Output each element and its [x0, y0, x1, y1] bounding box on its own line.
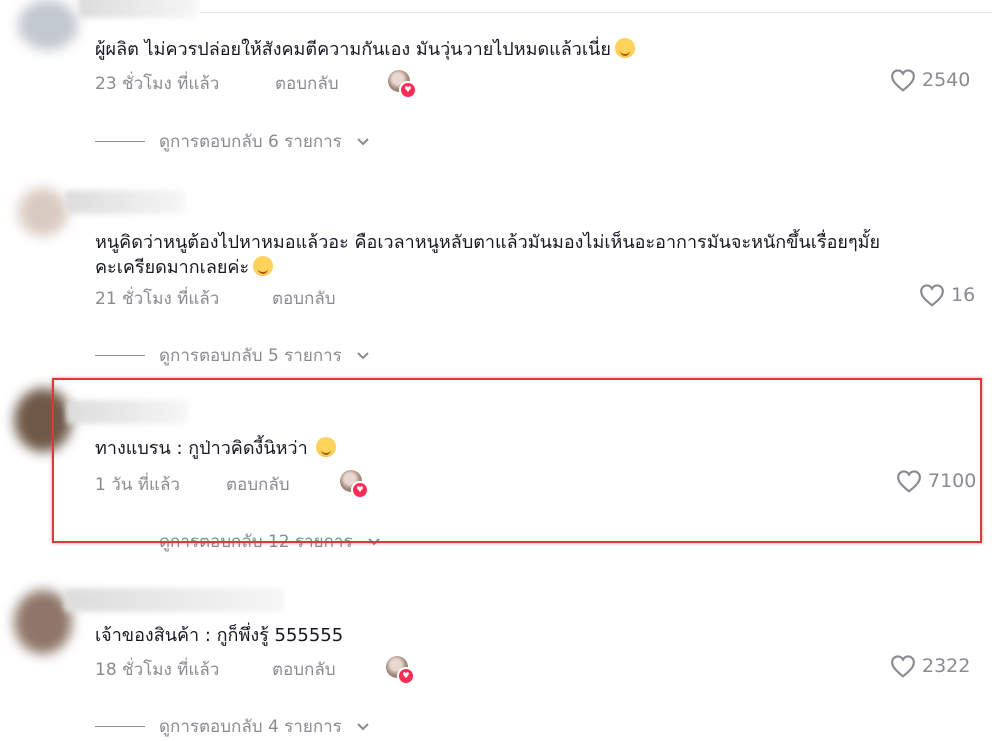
heart-outline-icon [891, 655, 915, 678]
avatar[interactable] [18, 0, 78, 50]
like-button[interactable]: 2322 [890, 654, 970, 678]
comment-text-line-2: คะเครียดมากเลยค่ะ [95, 254, 274, 281]
top-divider [200, 12, 992, 13]
comment-text: ผู้ผลิต ไม่ควรปล่อยให้สังคมตีความกันเอง … [95, 36, 635, 63]
username-blurred[interactable] [65, 190, 185, 214]
smiling-face-emoji-icon [614, 38, 635, 58]
chevron-down-icon [357, 351, 369, 359]
reply-button[interactable]: ตอบกลับ [272, 656, 336, 683]
creator-liked-avatar: ♥ [386, 656, 415, 685]
avatar[interactable] [18, 188, 68, 236]
chevron-down-icon [357, 722, 369, 730]
replies-rule [95, 726, 145, 727]
comment-time: 21 ชั่วโมง ที่แล้ว [95, 289, 220, 309]
view-replies-button[interactable]: ดูการตอบกลับ 5 รายการ [95, 342, 370, 369]
chevron-down-icon [357, 137, 369, 145]
username-blurred[interactable] [64, 588, 284, 612]
replies-rule [95, 141, 145, 142]
view-replies-label: ดูการตอบกลับ 4 รายการ [159, 717, 342, 737]
like-count: 2322 [922, 655, 971, 677]
view-replies-button[interactable]: ดูการตอบกลับ 4 รายการ [95, 713, 370, 740]
pleading-face-emoji-icon [253, 256, 274, 276]
view-replies-label: ดูการตอบกลับ 5 รายการ [159, 346, 342, 366]
username-blurred[interactable] [78, 0, 198, 18]
comment-time: 23 ชั่วโมง ที่แล้ว [95, 74, 220, 94]
like-button[interactable]: 16 [919, 283, 975, 307]
like-count: 16 [951, 284, 976, 306]
like-count: 2540 [922, 69, 971, 91]
like-button[interactable]: 2540 [890, 68, 970, 92]
view-replies-button[interactable]: ดูการตอบกลับ 6 รายการ [95, 128, 370, 155]
heart-badge-icon: ♥ [397, 667, 415, 685]
reply-button[interactable]: ตอบกลับ [275, 70, 339, 97]
comment-text: เจ้าของสินค้า : กูก็พึ่งรู้ 555555 [95, 625, 344, 646]
highlight-annotation-box [52, 378, 982, 543]
view-replies-label: ดูการตอบกลับ 6 รายการ [159, 132, 342, 152]
comment-time: 18 ชั่วโมง ที่แล้ว [95, 660, 220, 680]
heart-outline-icon [891, 69, 915, 92]
reply-button[interactable]: ตอบกลับ [272, 285, 336, 312]
creator-liked-avatar: ♥ [388, 70, 417, 99]
replies-rule [95, 355, 145, 356]
comment-text-line-1: หนูคิดว่าหนูต้องไปหาหมอแล้วอะ คือเวลาหนู… [95, 232, 881, 253]
heart-badge-icon: ♥ [399, 81, 417, 99]
heart-outline-icon [920, 284, 944, 307]
